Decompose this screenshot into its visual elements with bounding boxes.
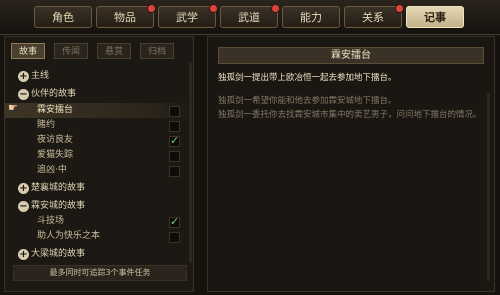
plus-icon[interactable]: +: [18, 71, 29, 82]
category-label: 大梁城的故事: [31, 249, 86, 259]
tab-label: 武学: [176, 11, 198, 24]
tab-label: 武道: [238, 11, 260, 24]
category-label: 楚襄城的故事: [31, 183, 86, 193]
notification-dot: [271, 4, 280, 13]
plus-icon[interactable]: +: [18, 249, 29, 260]
tab-relations[interactable]: 关系: [344, 4, 404, 28]
track-checkbox[interactable]: [169, 151, 180, 162]
story-label: 霖安擂台: [37, 105, 74, 115]
tab-label: 关系: [362, 11, 384, 24]
story-item-selected[interactable]: 霖安擂台: [5, 103, 193, 118]
story-item[interactable]: 爱猫失踪: [5, 148, 193, 163]
story-log-entry: 独孤剑一希望你能和他去参加霖安城地下擂台。: [218, 96, 397, 106]
track-checkbox[interactable]: [169, 121, 180, 132]
tab-martial-way[interactable]: 武道: [220, 4, 280, 28]
story-title: 霖安擂台: [218, 47, 484, 64]
track-checkbox[interactable]: [169, 106, 180, 117]
story-label: 助人为快乐之本: [37, 231, 101, 241]
story-label: 爱猫失踪: [37, 150, 74, 160]
minus-icon[interactable]: −: [18, 201, 29, 212]
category-linan-stories[interactable]: − 霖安城的故事: [5, 199, 193, 214]
notification-dot: [147, 4, 156, 13]
track-checkbox[interactable]: [169, 166, 180, 177]
tab-label: 物品: [114, 11, 136, 24]
story-item[interactable]: 助人为快乐之本: [5, 229, 193, 244]
tab-label: 记事: [424, 11, 446, 24]
tracking-limit-note: 最多同时可追踪3个事件任务: [13, 265, 187, 281]
plus-icon[interactable]: +: [18, 183, 29, 194]
tab-label: 能力: [300, 11, 322, 24]
category-chuxiang-stories[interactable]: + 楚襄城的故事: [5, 181, 193, 196]
story-list-panel: 故事 传闻 悬赏 归档 + 主线 − 伙伴的故事 霖安擂台 賭约 夜访良友 爱猫…: [4, 36, 194, 292]
subtab-bounties[interactable]: 悬赏: [97, 43, 131, 59]
hand-pointer-icon: ☛: [8, 101, 18, 114]
story-label: 夜访良友: [37, 135, 74, 145]
story-label: 追凶·中: [37, 165, 67, 175]
tab-martial-arts[interactable]: 武学: [158, 4, 218, 28]
subtab-stories[interactable]: 故事: [11, 43, 45, 59]
category-companion-stories[interactable]: − 伙伴的故事: [5, 87, 193, 102]
story-item[interactable]: 賭约: [5, 118, 193, 133]
top-tab-bar: 角色 物品 武学 武道 能力 关系 记事: [0, 0, 500, 35]
track-checkbox[interactable]: [169, 232, 180, 243]
story-item[interactable]: 斗技场: [5, 214, 193, 229]
list-scrollbar[interactable]: [189, 63, 192, 263]
story-item[interactable]: 夜访良友: [5, 133, 193, 148]
tab-character[interactable]: 角色: [34, 6, 92, 28]
tab-items[interactable]: 物品: [96, 4, 156, 28]
category-main-story[interactable]: + 主线: [5, 69, 193, 84]
minus-icon[interactable]: −: [18, 89, 29, 100]
subtab-archive[interactable]: 归档: [140, 43, 174, 59]
story-log-entry: 独孤剑一委托你去找霖安城市集中的卖艺男子，问问地下擂台的情况。: [218, 110, 482, 120]
track-checkbox-checked[interactable]: [169, 133, 180, 148]
category-daliang-stories[interactable]: + 大梁城的故事: [5, 247, 193, 262]
detail-scrollbar[interactable]: [487, 93, 490, 281]
tab-abilities[interactable]: 能力: [282, 6, 340, 28]
story-label: 斗技场: [37, 216, 65, 226]
notification-dot: [209, 4, 218, 13]
tab-journal[interactable]: 记事: [406, 6, 464, 28]
category-label: 伙伴的故事: [31, 89, 77, 99]
story-detail-panel: 霖安擂台 独孤剑一提出带上欧冶恒一起去参加地下擂台。 独孤剑一希望你能和他去参加…: [207, 36, 495, 292]
story-item[interactable]: 追凶·中: [5, 163, 193, 178]
track-checkbox-checked[interactable]: [169, 214, 180, 229]
category-label: 主线: [31, 71, 50, 81]
category-label: 霖安城的故事: [31, 201, 86, 211]
tab-label: 角色: [52, 11, 74, 24]
notification-dot: [395, 4, 404, 13]
story-label: 賭约: [37, 120, 56, 130]
story-current-objective: 独孤剑一提出带上欧冶恒一起去参加地下擂台。: [218, 73, 397, 83]
subtab-rumors[interactable]: 传闻: [54, 43, 88, 59]
